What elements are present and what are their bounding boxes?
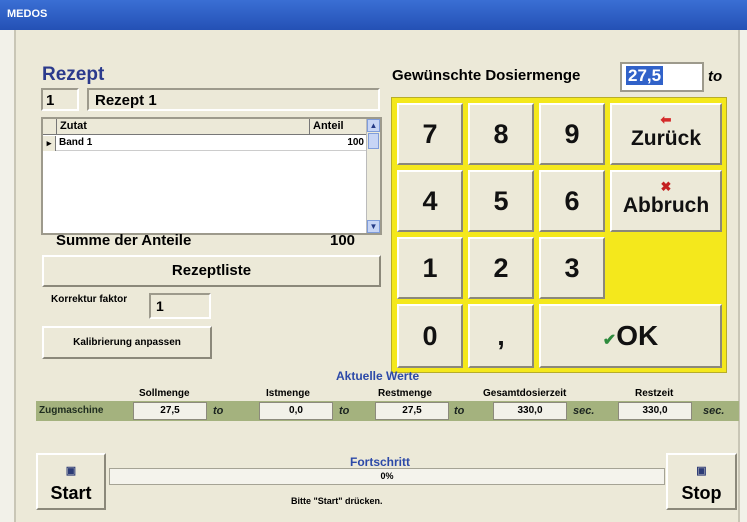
aktuelle-werte-row: Zugmaschine 27,5 to 0,0 to 27,5 to 330,0… [36, 401, 739, 421]
column-sollmenge: Sollmenge [139, 388, 190, 399]
column-restzeit: Restzeit [635, 388, 674, 399]
cancel-x-icon: ✖ [660, 179, 672, 194]
sollmenge-unit: to [213, 405, 224, 417]
key-5[interactable]: 5 [468, 170, 534, 232]
abbruch-label: Abbruch [622, 194, 710, 217]
dosiermenge-input[interactable]: 27,5 [620, 62, 704, 92]
rezeptliste-button[interactable]: Rezeptliste [42, 255, 381, 287]
table-row[interactable]: ▸ Band 1 100 [43, 136, 366, 151]
key-3[interactable]: 3 [539, 237, 605, 299]
restmenge-unit: to [454, 405, 465, 417]
scroll-up-icon[interactable]: ▲ [367, 119, 380, 132]
key-1[interactable]: 1 [397, 237, 463, 299]
abbruch-button[interactable]: ✖ Abbruch [610, 170, 722, 232]
korrektur-label: Korrektur faktor [51, 294, 128, 305]
status-hint: Bitte "Start" drücken. [291, 496, 383, 506]
key-2[interactable]: 2 [468, 237, 534, 299]
title-bar: MEDOS [0, 0, 747, 30]
key-6[interactable]: 6 [539, 170, 605, 232]
zurueck-label: Zurück [630, 127, 701, 150]
check-icon: ✔ [602, 332, 617, 349]
korrektur-field[interactable]: 1 [149, 293, 211, 319]
scroll-thumb[interactable] [368, 133, 379, 149]
key-comma[interactable]: , [468, 304, 534, 368]
istmenge-value: 0,0 [259, 402, 333, 420]
column-restmenge: Restmenge [378, 388, 432, 399]
keypad: 7 8 9 ⬅ Zurück 4 5 6 ✖ Abbruch 1 2 3 0 ,… [391, 97, 727, 373]
restzeit-value: 330,0 [618, 402, 692, 420]
window-title: MEDOS [7, 8, 48, 20]
scroll-down-icon[interactable]: ▼ [367, 220, 380, 233]
fortschritt-label: Fortschritt [350, 455, 410, 469]
stop-label: Stop [681, 483, 722, 503]
cell-anteil[interactable]: 100 [309, 137, 364, 148]
restmenge-value: 27,5 [375, 402, 449, 420]
column-header-anteil: Anteil [309, 119, 366, 135]
aktuelle-werte-heading: Aktuelle Werte [336, 369, 420, 383]
stop-icon: ▣ [696, 465, 707, 477]
dosiermenge-label: Gewünschte Dosiermenge [392, 67, 581, 84]
stop-button[interactable]: ▣ Stop [666, 453, 737, 510]
main-window: Rezept 1 Rezept 1 Zutat Anteil ▸ Band 1 … [14, 30, 740, 522]
kalibrierung-button[interactable]: Kalibrierung anpassen [42, 326, 212, 359]
column-gesamtdosierzeit: Gesamtdosierzeit [483, 388, 567, 399]
cell-zutat[interactable]: Band 1 [59, 137, 92, 148]
rezept-number[interactable]: 1 [41, 88, 79, 111]
dosiermenge-value: 27,5 [626, 66, 664, 85]
summe-label: Summe der Anteile [56, 232, 192, 249]
start-label: Start [50, 483, 92, 503]
zurueck-button[interactable]: ⬅ Zurück [610, 103, 722, 165]
summe-value: 100 [330, 232, 356, 249]
key-9[interactable]: 9 [539, 103, 605, 165]
gesamtdosierzeit-unit: sec. [573, 405, 595, 417]
progress-text: 0% [380, 471, 394, 481]
column-istmenge: Istmenge [266, 388, 310, 399]
key-7[interactable]: 7 [397, 103, 463, 165]
istmenge-unit: to [339, 405, 350, 417]
ok-button[interactable]: ✔OK [539, 304, 722, 368]
vertical-scrollbar[interactable]: ▲ ▼ [366, 119, 380, 233]
row-pointer-icon: ▸ [43, 136, 56, 151]
gesamtdosierzeit-value: 330,0 [493, 402, 567, 420]
ingredients-grid[interactable]: Zutat Anteil ▸ Band 1 100 ▲ ▼ [41, 117, 382, 235]
maschine-name: Zugmaschine [39, 405, 104, 416]
rezept-name[interactable]: Rezept 1 [87, 88, 380, 111]
key-8[interactable]: 8 [468, 103, 534, 165]
start-button[interactable]: ▣ Start [36, 453, 106, 510]
back-arrow-icon: ⬅ [660, 112, 672, 127]
restzeit-unit: sec. [703, 405, 725, 417]
row-header-corner [43, 119, 56, 135]
start-icon: ▣ [65, 465, 77, 477]
dosiermenge-unit: to [708, 68, 723, 85]
key-4[interactable]: 4 [397, 170, 463, 232]
progress-bar: 0% [109, 468, 665, 485]
ok-label: OK [616, 320, 659, 351]
sollmenge-value: 27,5 [133, 402, 207, 420]
column-header-zutat: Zutat [56, 119, 309, 135]
key-0[interactable]: 0 [397, 304, 463, 368]
rezept-heading: Rezept [42, 64, 105, 85]
